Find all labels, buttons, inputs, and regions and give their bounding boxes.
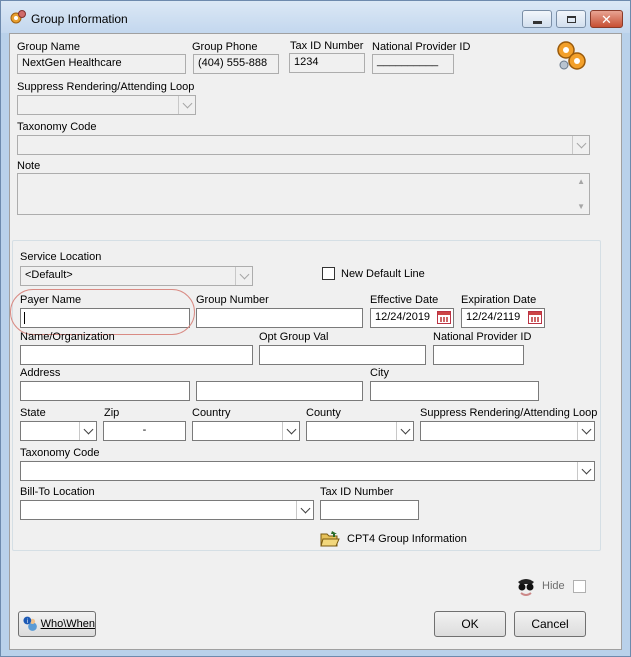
expiration-date-label: Expiration Date [461, 294, 537, 306]
zip-input[interactable]: - [103, 421, 186, 441]
chevron-down-icon [296, 501, 313, 519]
group-name-field[interactable]: NextGen Healthcare [17, 54, 186, 74]
chevron-down-icon [235, 267, 252, 285]
group-number-label: Group Number [196, 294, 269, 306]
cpt4-group-information-label: CPT4 Group Information [347, 533, 467, 545]
maximize-button[interactable] [556, 10, 586, 28]
name-organization-label: Name/Organization [20, 331, 115, 343]
bill-to-location-dropdown[interactable] [20, 500, 314, 520]
cancel-button[interactable]: Cancel [514, 611, 586, 637]
minimize-icon [532, 20, 542, 24]
name-organization-input[interactable] [20, 345, 253, 365]
suppress-loop-dropdown[interactable] [17, 95, 196, 115]
npi-field[interactable]: __________ [372, 54, 454, 74]
taxonomy-code-dropdown[interactable] [17, 135, 590, 155]
gears-icon[interactable] [554, 39, 588, 73]
ok-button[interactable]: OK [434, 611, 506, 637]
county-label: County [306, 407, 341, 419]
chevron-down-icon [396, 422, 413, 440]
group-phone-field[interactable]: (404) 555-888 [193, 54, 279, 74]
text-cursor [24, 312, 25, 324]
location-npi-input[interactable] [433, 345, 524, 365]
hide-checkbox[interactable] [573, 580, 586, 593]
expiration-date-value: 12/24/2119 [466, 311, 521, 323]
service-location-dropdown[interactable]: <Default> [20, 266, 253, 286]
group-name-label: Group Name [17, 41, 80, 53]
tax-id-label: Tax ID Number [290, 40, 364, 52]
note-textarea[interactable]: ▲ ▼ [17, 173, 590, 215]
new-default-line-label: New Default Line [341, 268, 425, 280]
location-taxonomy-code-label: Taxonomy Code [20, 447, 100, 459]
app-gear-icon [10, 10, 26, 24]
expiration-date-picker[interactable]: 12/24/2119 [461, 308, 545, 328]
payer-name-label: Payer Name [20, 294, 82, 306]
note-label: Note [17, 160, 41, 172]
country-label: Country [192, 407, 231, 419]
chevron-down-icon [577, 462, 594, 480]
window-title: Group Information [31, 12, 128, 26]
city-label: City [370, 367, 389, 379]
taxonomy-code-label: Taxonomy Code [17, 121, 97, 133]
state-dropdown[interactable] [20, 421, 97, 441]
chevron-down-icon [282, 422, 299, 440]
npi-label: National Provider ID [372, 41, 471, 53]
address-label: Address [20, 367, 61, 379]
opt-group-val-input[interactable] [259, 345, 426, 365]
effective-date-label: Effective Date [370, 294, 439, 306]
location-tax-id-label: Tax ID Number [320, 486, 394, 498]
location-suppress-loop-label: Suppress Rendering/Attending Loop [420, 407, 598, 419]
city-input[interactable] [370, 381, 539, 401]
location-tax-id-input[interactable] [320, 500, 419, 520]
svg-text:i: i [27, 619, 28, 625]
service-location-label: Service Location [20, 251, 102, 263]
maximize-icon [566, 15, 576, 23]
who-when-label: Who\When [40, 618, 95, 630]
county-dropdown[interactable] [306, 421, 414, 441]
close-icon: ✕ [601, 11, 612, 27]
new-default-line-checkbox[interactable] [322, 267, 335, 280]
chevron-down-icon [79, 422, 96, 440]
group-number-input[interactable] [196, 308, 363, 328]
chevron-down-icon [577, 422, 594, 440]
effective-date-value: 12/24/2019 [375, 311, 431, 323]
hide-label: Hide [542, 580, 565, 592]
service-location-value: <Default> [25, 269, 73, 281]
bill-to-location-label: Bill-To Location [20, 486, 95, 498]
address-line1-input[interactable] [20, 381, 190, 401]
payer-name-input[interactable] [20, 308, 190, 328]
open-folder-icon [320, 531, 340, 547]
spy-glasses-icon [518, 579, 534, 596]
calendar-icon[interactable] [528, 311, 542, 324]
chevron-down-icon [178, 96, 195, 114]
title-bar[interactable]: Group Information ✕ [1, 1, 630, 33]
opt-group-val-label: Opt Group Val [259, 331, 329, 343]
minimize-button[interactable] [522, 10, 552, 28]
suppress-loop-label: Suppress Rendering/Attending Loop [17, 81, 195, 93]
state-label: State [20, 407, 46, 419]
scroll-up-icon[interactable]: ▲ [577, 177, 585, 186]
chevron-down-icon [572, 136, 589, 154]
cpt4-group-information-button[interactable]: CPT4 Group Information [320, 528, 490, 550]
zip-label: Zip [104, 407, 120, 419]
scroll-down-icon[interactable]: ▼ [577, 202, 585, 211]
group-information-window: Group Information ✕ Group Name NextGen H… [0, 0, 631, 657]
effective-date-picker[interactable]: 12/24/2019 [370, 308, 454, 328]
info-user-icon: i [23, 616, 37, 631]
location-taxonomy-code-dropdown[interactable] [20, 461, 595, 481]
calendar-icon[interactable] [437, 311, 451, 324]
close-button[interactable]: ✕ [590, 10, 623, 28]
who-when-button[interactable]: i Who\When [18, 611, 96, 637]
tax-id-field[interactable]: 1234 [289, 53, 365, 73]
location-suppress-loop-dropdown[interactable] [420, 421, 595, 441]
location-npi-label: National Provider ID [433, 331, 532, 343]
dialog-body: Group Name NextGen Healthcare Group Phon… [9, 33, 622, 650]
group-phone-label: Group Phone [192, 41, 258, 53]
address-line2-input[interactable] [196, 381, 363, 401]
country-dropdown[interactable] [192, 421, 300, 441]
